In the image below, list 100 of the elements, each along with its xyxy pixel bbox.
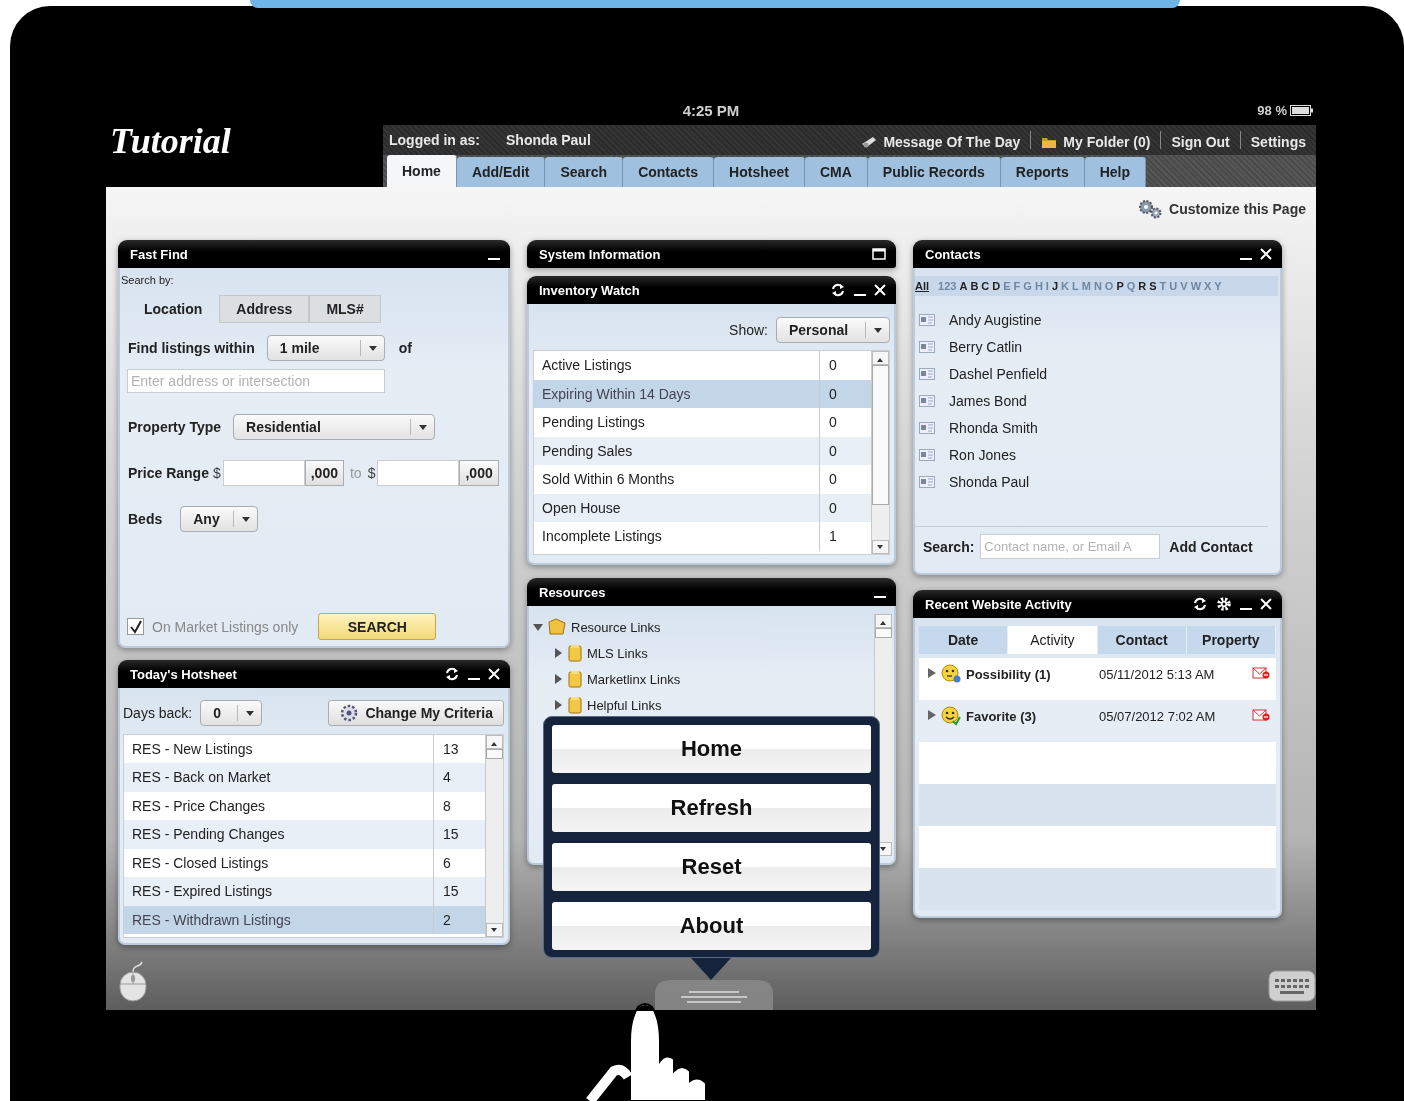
contact-name[interactable]: Berry Catlin	[949, 338, 1023, 355]
tree-item[interactable]: Resource Links	[571, 619, 661, 635]
close-icon[interactable]	[1260, 248, 1272, 260]
nav-tab[interactable]: Hotsheet	[714, 157, 805, 187]
email-icon[interactable]	[1252, 708, 1270, 722]
list-row[interactable]: RES - Back on Market 4	[124, 763, 485, 792]
close-icon[interactable]	[488, 668, 500, 680]
list-row[interactable]: RES - Pending Changes 15	[124, 820, 485, 849]
refresh-icon[interactable]	[444, 667, 460, 681]
contact-name[interactable]: James Bond	[949, 392, 1027, 409]
panel-title: System Information	[539, 246, 662, 262]
keyboard-icon[interactable]	[1268, 970, 1316, 1002]
table-cell-text: Sold Within 6 Months	[541, 471, 676, 488]
distance-dropdown[interactable]: 1 mile	[266, 335, 385, 361]
maximize-icon[interactable]	[872, 248, 886, 260]
nav-tab[interactable]: CMA	[804, 157, 868, 187]
search-tab[interactable]: Address	[219, 295, 310, 323]
currency-sign: $	[367, 465, 376, 481]
column-tab[interactable]: Contact	[1097, 626, 1187, 654]
message-icon[interactable]	[861, 136, 878, 148]
menu-item[interactable]: Reset	[552, 843, 871, 891]
table-cell-text: RES - Price Changes	[131, 797, 267, 814]
contact-name[interactable]: Rhonda Smith	[949, 419, 1038, 436]
menu-item[interactable]: Home	[552, 725, 871, 773]
scrollbar[interactable]	[485, 734, 503, 937]
menu-handle[interactable]	[655, 978, 773, 1010]
header-link[interactable]: My Folder (0)	[1063, 135, 1151, 149]
table-cell-text: Pending Listings	[541, 414, 646, 431]
search-button[interactable]: SEARCH	[318, 613, 437, 640]
nav-tab[interactable]: Home	[387, 155, 457, 187]
expand-arrow-icon[interactable]	[533, 622, 543, 632]
column-tab[interactable]: Property	[1186, 626, 1276, 654]
expand-arrow-icon[interactable]	[553, 700, 563, 710]
letter-link[interactable]: R	[1138, 280, 1147, 292]
days-back-dropdown[interactable]: 0	[200, 700, 263, 727]
letter-link[interactable]: S	[1149, 280, 1157, 292]
nav-tab[interactable]: Public Records	[867, 157, 1001, 187]
tree-item[interactable]: MLS Links	[587, 645, 648, 661]
letter-link[interactable]: P	[1116, 280, 1124, 292]
list-row[interactable]: Open House 0	[534, 493, 871, 522]
contact-name[interactable]: Shonda Paul	[949, 473, 1030, 490]
folder-icon[interactable]	[1041, 135, 1058, 149]
min-price-field[interactable]	[222, 460, 305, 486]
letter-link[interactable]: B	[970, 280, 979, 292]
contact-name[interactable]: Andy Augistine	[949, 311, 1042, 328]
nav-tab[interactable]: Search	[545, 157, 624, 187]
close-icon[interactable]	[874, 284, 886, 296]
max-price-field[interactable]	[377, 460, 460, 486]
header-link[interactable]: Message Of The Day	[883, 135, 1021, 149]
tree-item[interactable]: Helpful Links	[587, 697, 662, 713]
nav-tab[interactable]: Reports	[1000, 157, 1085, 187]
contact-name[interactable]: Dashel Penfield	[949, 365, 1048, 382]
search-tab[interactable]: Location	[127, 295, 220, 323]
expand-arrow-icon[interactable]	[553, 674, 563, 684]
expand-arrow-icon[interactable]	[927, 668, 936, 678]
show-dropdown[interactable]: Personal	[776, 316, 890, 343]
customize-link[interactable]: Customize this Page	[1169, 201, 1306, 217]
checkbox[interactable]	[127, 618, 144, 635]
expand-arrow-icon[interactable]	[553, 648, 563, 658]
nav-tab[interactable]: Add/Edit	[456, 157, 546, 187]
add-contact-link[interactable]: Add Contact	[1169, 538, 1253, 555]
gears-icon[interactable]	[1137, 198, 1164, 220]
email-icon[interactable]	[1252, 666, 1270, 680]
contact-search-field[interactable]: Contact name, or Email A	[980, 534, 1161, 559]
column-tab[interactable]: Activity	[1008, 626, 1098, 654]
menu-item[interactable]: About	[552, 902, 871, 950]
list-row[interactable]: RES - Withdrawn Listings 2	[124, 905, 485, 935]
list-row[interactable]: Expiring Within 14 Days 0	[534, 379, 871, 408]
header-link[interactable]: Sign Out	[1171, 135, 1230, 149]
table-cell-text: RES - New Listings	[131, 740, 254, 757]
contact-name[interactable]: Ron Jones	[949, 446, 1016, 463]
beds-dropdown[interactable]: Any	[180, 506, 259, 532]
letter-link[interactable]: A	[959, 280, 968, 292]
menu-item[interactable]: Refresh	[552, 784, 871, 832]
header-link[interactable]: Settings	[1250, 135, 1306, 149]
nav-tab[interactable]: Contacts	[623, 157, 715, 187]
settings-icon[interactable]	[1216, 596, 1232, 612]
letter-link[interactable]: J	[1051, 280, 1058, 292]
letter-link[interactable]: All	[915, 280, 930, 292]
expand-arrow-icon[interactable]	[927, 710, 936, 720]
address-field[interactable]: Enter address or intersection	[127, 369, 385, 393]
search-tab[interactable]: MLS#	[309, 295, 381, 323]
letter-link[interactable]: C	[981, 280, 990, 292]
table-cell-text: RES - Back on Market	[131, 769, 272, 786]
refresh-icon[interactable]	[1192, 597, 1208, 611]
activity-row[interactable]: Possibility (1) 05/11/2012 5:13 AM	[919, 658, 1276, 700]
close-icon[interactable]	[1260, 598, 1272, 610]
checkbox-label: On Market Listings only	[152, 618, 299, 635]
search-label: Search:	[923, 538, 975, 555]
list-row[interactable]: RES - Expired Listings 15	[124, 877, 485, 906]
refresh-icon[interactable]	[830, 283, 846, 297]
change-criteria-button[interactable]: Change My Criteria	[328, 700, 504, 727]
scrollbar[interactable]	[871, 351, 889, 554]
letter-link[interactable]: D	[992, 280, 1001, 292]
mouse-icon[interactable]	[118, 960, 150, 1002]
days-back-label: Days back:	[123, 705, 193, 722]
property-type-dropdown[interactable]: Residential	[233, 414, 436, 440]
nav-tab[interactable]: Help	[1084, 157, 1147, 187]
list-row[interactable]: Pending Sales 0	[534, 436, 871, 465]
tree-item[interactable]: Marketlinx Links	[587, 671, 681, 687]
